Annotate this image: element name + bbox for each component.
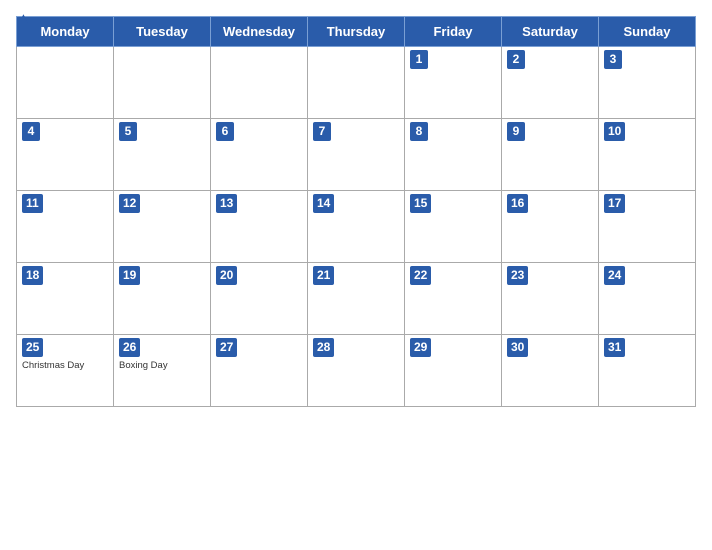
calendar-week-2: 4 5 6 7 8 9 10	[17, 119, 696, 191]
calendar-cell: 31	[599, 335, 696, 407]
day-number: 31	[604, 338, 625, 357]
day-number: 29	[410, 338, 431, 357]
day-number: 19	[119, 266, 140, 285]
calendar-cell: 7	[308, 119, 405, 191]
calendar-week-5: 25 Christmas Day 26 Boxing Day 27 28 29 30 31	[17, 335, 696, 407]
calendar-cell: 10	[599, 119, 696, 191]
calendar-cell: 15	[405, 191, 502, 263]
weekday-header-saturday: Saturday	[502, 17, 599, 47]
calendar-cell: 18	[17, 263, 114, 335]
day-number: 27	[216, 338, 237, 357]
calendar-cell: 5	[114, 119, 211, 191]
calendar-cell: 8	[405, 119, 502, 191]
day-number: 28	[313, 338, 334, 357]
weekday-header-sunday: Sunday	[599, 17, 696, 47]
calendar-cell: 4	[17, 119, 114, 191]
calendar-cell: 23	[502, 263, 599, 335]
day-number: 24	[604, 266, 625, 285]
holiday-label: Christmas Day	[22, 360, 108, 371]
day-number: 10	[604, 122, 625, 141]
day-number: 3	[604, 50, 622, 69]
logo-bird-icon: ▲	[16, 10, 31, 28]
calendar-cell: 16	[502, 191, 599, 263]
day-number: 15	[410, 194, 431, 213]
day-number: 23	[507, 266, 528, 285]
day-number: 12	[119, 194, 140, 213]
calendar-cell: 11	[17, 191, 114, 263]
calendar-cell: 9	[502, 119, 599, 191]
day-number: 14	[313, 194, 334, 213]
calendar-cell: 12	[114, 191, 211, 263]
day-number: 22	[410, 266, 431, 285]
day-number: 8	[410, 122, 428, 141]
calendar-cell: 14	[308, 191, 405, 263]
calendar-table: MondayTuesdayWednesdayThursdayFridaySatu…	[16, 16, 696, 407]
calendar-cell: 28	[308, 335, 405, 407]
calendar-week-4: 18 19 20 21 22 23 24	[17, 263, 696, 335]
day-number: 1	[410, 50, 428, 69]
weekday-header-wednesday: Wednesday	[211, 17, 308, 47]
calendar-week-3: 11 12 13 14 15 16 17	[17, 191, 696, 263]
weekday-header-friday: Friday	[405, 17, 502, 47]
day-number: 21	[313, 266, 334, 285]
weekday-header-row: MondayTuesdayWednesdayThursdayFridaySatu…	[17, 17, 696, 47]
calendar-cell: 30	[502, 335, 599, 407]
calendar-cell: 20	[211, 263, 308, 335]
calendar-cell: 21	[308, 263, 405, 335]
calendar-cell: 17	[599, 191, 696, 263]
calendar-wrapper: ▲ MondayTuesdayWednesdayThursdayFridaySa…	[0, 0, 712, 550]
calendar-cell: 1	[405, 47, 502, 119]
calendar-cell	[114, 47, 211, 119]
day-number: 13	[216, 194, 237, 213]
calendar-cell	[17, 47, 114, 119]
holiday-label: Boxing Day	[119, 360, 205, 371]
calendar-week-1: 1 2 3	[17, 47, 696, 119]
weekday-header-thursday: Thursday	[308, 17, 405, 47]
day-number: 9	[507, 122, 525, 141]
day-number: 17	[604, 194, 625, 213]
day-number: 7	[313, 122, 331, 141]
calendar-thead: MondayTuesdayWednesdayThursdayFridaySatu…	[17, 17, 696, 47]
day-number: 18	[22, 266, 43, 285]
calendar-cell: 2	[502, 47, 599, 119]
day-number: 5	[119, 122, 137, 141]
day-number: 20	[216, 266, 237, 285]
calendar-tbody: 1234567891011121314151617181920212223242…	[17, 47, 696, 407]
calendar-cell: 6	[211, 119, 308, 191]
weekday-header-tuesday: Tuesday	[114, 17, 211, 47]
calendar-cell: 24	[599, 263, 696, 335]
calendar-cell	[211, 47, 308, 119]
day-number: 2	[507, 50, 525, 69]
calendar-cell: 29	[405, 335, 502, 407]
calendar-cell: 27	[211, 335, 308, 407]
day-number: 30	[507, 338, 528, 357]
day-number: 4	[22, 122, 40, 141]
day-number: 11	[22, 194, 43, 213]
day-number: 6	[216, 122, 234, 141]
day-number: 25	[22, 338, 43, 357]
calendar-cell: 13	[211, 191, 308, 263]
calendar-cell: 26 Boxing Day	[114, 335, 211, 407]
calendar-cell: 25 Christmas Day	[17, 335, 114, 407]
day-number: 26	[119, 338, 140, 357]
calendar-cell: 3	[599, 47, 696, 119]
logo-blue-text: ▲	[16, 10, 33, 28]
logo-area: ▲	[16, 10, 33, 28]
calendar-cell: 22	[405, 263, 502, 335]
calendar-cell: 19	[114, 263, 211, 335]
day-number: 16	[507, 194, 528, 213]
calendar-cell	[308, 47, 405, 119]
